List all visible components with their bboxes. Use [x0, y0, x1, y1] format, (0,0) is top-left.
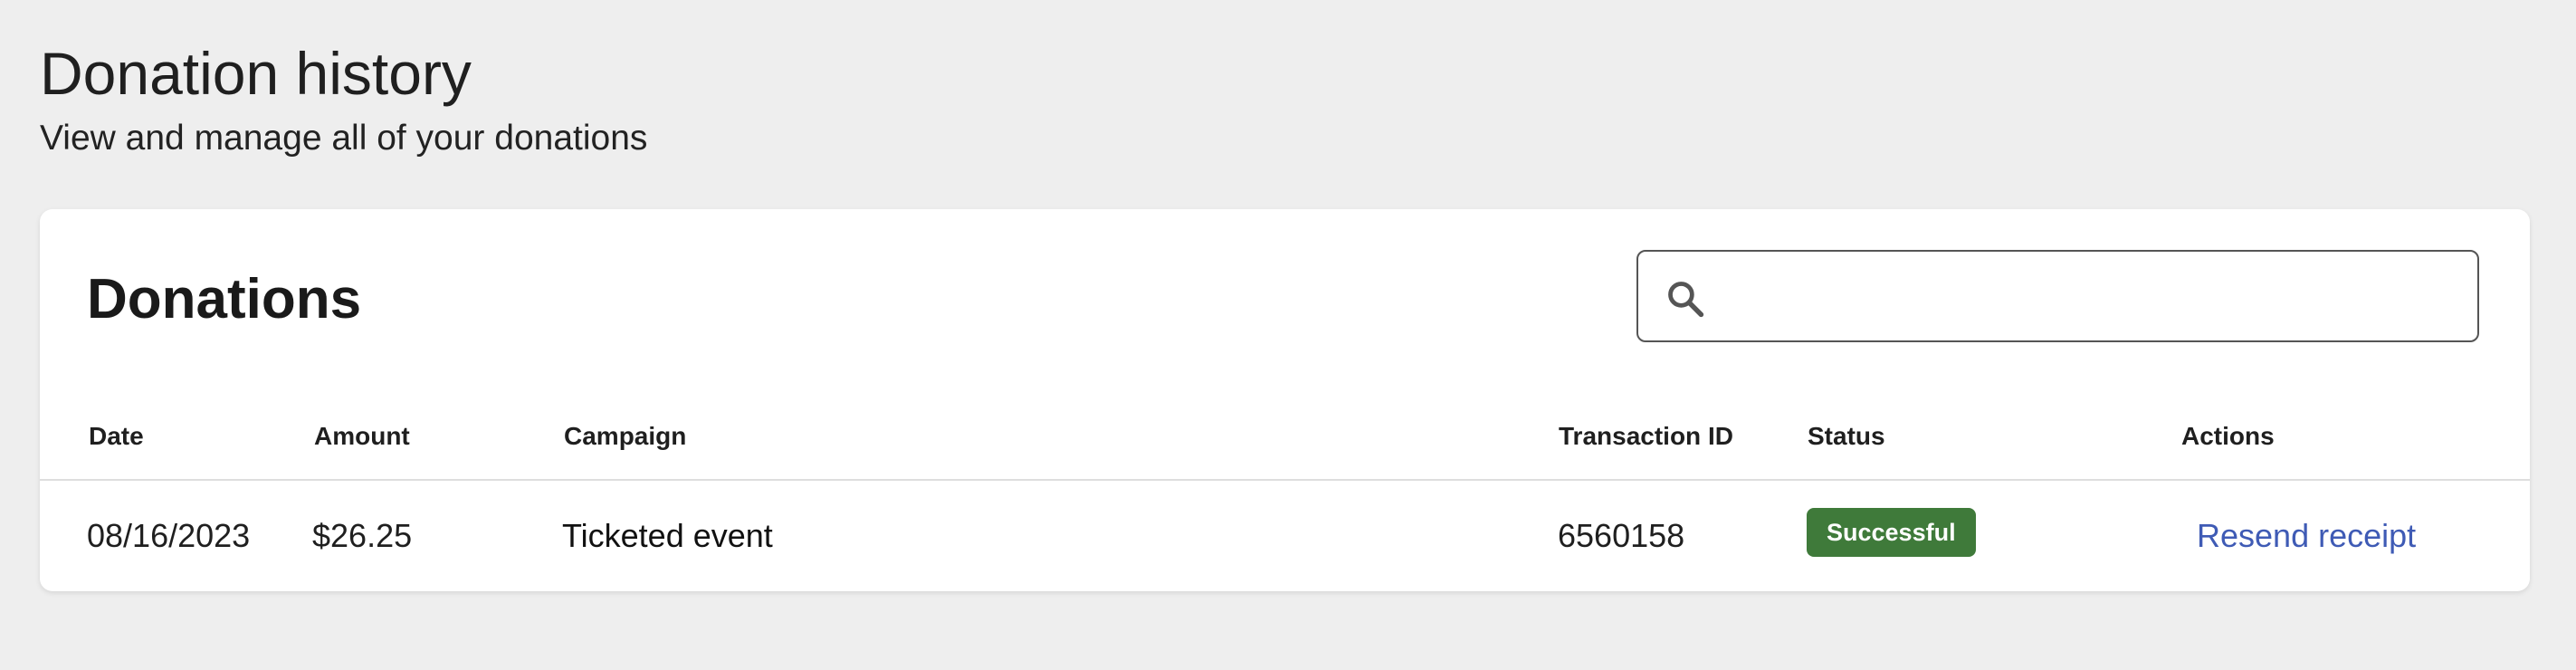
cell-date: 08/16/2023 [87, 517, 251, 554]
column-header-status[interactable]: Status [1808, 414, 1885, 459]
page-header: Donation history View and manage all of … [40, 34, 647, 161]
cell-campaign: Ticketed event [562, 517, 773, 554]
status-badge: Successful [1807, 508, 1976, 557]
column-header-amount[interactable]: Amount [314, 414, 410, 459]
column-header-actions: Actions [2181, 422, 2275, 450]
column-header-date[interactable]: Date [89, 414, 144, 459]
column-header-transaction-id[interactable]: Transaction ID [1559, 414, 1733, 459]
donations-card: Donations Date Amount Campaign Transacti… [40, 209, 2530, 591]
column-header-campaign[interactable]: Campaign [564, 414, 686, 459]
card-title: Donations [87, 268, 362, 330]
search-input[interactable] [1725, 261, 2462, 333]
page-subtitle: View and manage all of your donations [40, 119, 648, 158]
search-box[interactable] [1636, 250, 2479, 342]
table-row: 08/16/2023 $26.25 Ticketed event 6560158… [40, 481, 2530, 591]
table-header: Date Amount Campaign Transaction ID Stat… [40, 414, 2530, 459]
search-icon [1668, 282, 1704, 318]
resend-receipt-link[interactable]: Resend receipt [2197, 513, 2416, 559]
cell-amount: $26.25 [312, 517, 413, 554]
cell-transaction-id: 6560158 [1558, 517, 1685, 554]
page-title: Donation history [40, 40, 472, 107]
